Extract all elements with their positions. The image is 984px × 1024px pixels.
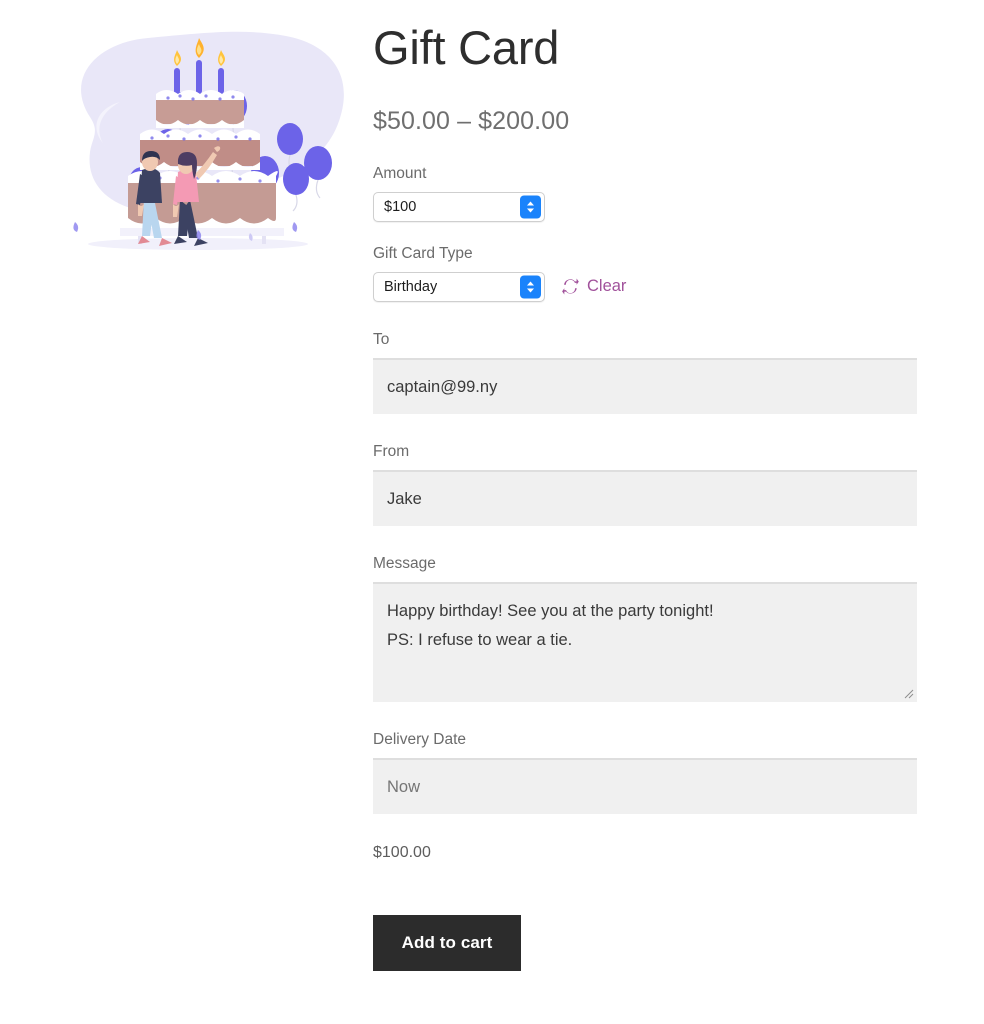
from-input[interactable] [373, 470, 917, 527]
delivery-date-input[interactable] [373, 758, 917, 815]
product-image[interactable] [28, 22, 358, 272]
clear-button[interactable]: Clear [561, 277, 626, 296]
gift-card-type-select-value: Birthday [384, 278, 438, 295]
amount-field-group: Amount $100 [373, 164, 917, 222]
page-title: Gift Card [373, 21, 560, 74]
clear-label: Clear [587, 277, 627, 296]
refresh-icon [561, 277, 580, 296]
price-range: $50.00 – $200.00 [373, 106, 570, 135]
product-summary: Gift Card $50.00 – $200.00 Amount $100 G… [373, 21, 917, 972]
delivery-date-label: Delivery Date [373, 731, 467, 749]
product-page: Gift Card $50.00 – $200.00 Amount $100 G… [0, 0, 984, 1024]
amount-row: $100 [373, 191, 917, 222]
message-label: Message [373, 555, 436, 573]
to-field-group: To [373, 330, 917, 415]
from-field-group: From [373, 442, 917, 527]
subtotal-price: $100.00 [373, 844, 431, 862]
amount-label: Amount [373, 164, 427, 182]
amount-select-value: $100 [384, 198, 417, 215]
message-field-group: Message [373, 554, 917, 703]
chevron-updown-icon[interactable] [520, 275, 541, 299]
add-to-cart-button[interactable]: Add to cart [373, 915, 521, 972]
delivery-date-field-group: Delivery Date [373, 730, 917, 815]
amount-select[interactable]: $100 [373, 191, 545, 222]
message-textarea-wrap [373, 582, 917, 703]
gift-card-type-select[interactable]: Birthday [373, 271, 545, 302]
from-label: From [373, 443, 410, 461]
birthday-cake-illustration [73, 31, 344, 250]
to-input[interactable] [373, 358, 917, 415]
gift-card-type-row: Birthday Clear [373, 271, 917, 302]
gift-card-type-field-group: Gift Card Type Birthday Clear [373, 244, 917, 302]
gift-card-type-label: Gift Card Type [373, 244, 473, 262]
message-textarea[interactable] [373, 582, 917, 703]
to-label: To [373, 330, 390, 348]
chevron-updown-icon[interactable] [520, 195, 541, 219]
